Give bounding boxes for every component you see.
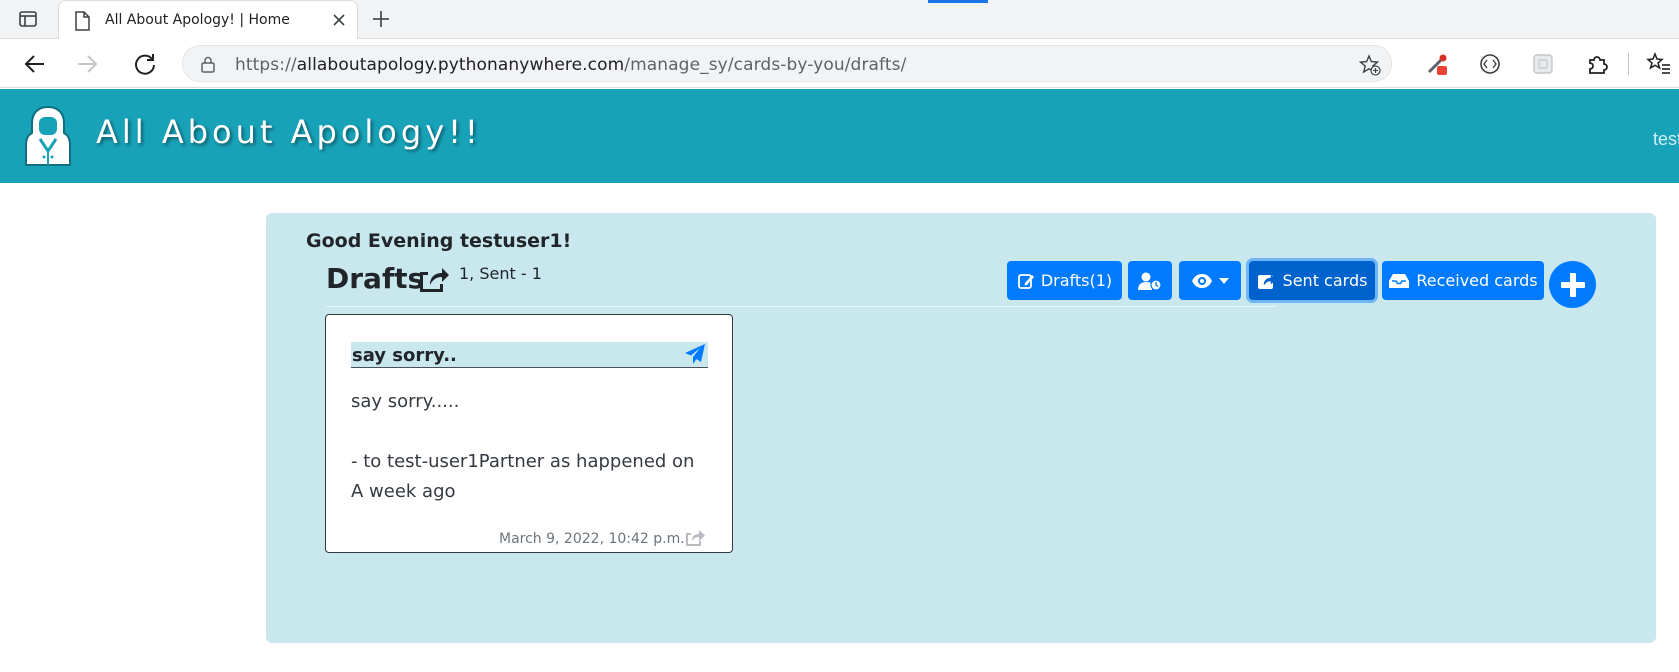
card-recipient-line: - to test-user1Partner as happened on [351, 451, 695, 472]
add-favorite-icon[interactable] [1359, 54, 1381, 76]
user-menu-link[interactable]: testuser1 [1653, 129, 1679, 150]
tab-accent-line [928, 0, 988, 3]
edit-icon [1017, 273, 1034, 289]
card-title: say sorry.. [352, 345, 457, 366]
inbox-icon [1389, 273, 1410, 288]
share-square-icon[interactable] [684, 528, 706, 547]
close-icon[interactable] [329, 10, 349, 30]
sent-cards-label: Sent cards [1282, 271, 1368, 290]
disabled-extension-icon[interactable] [1530, 51, 1556, 77]
page-icon [75, 11, 90, 31]
caret-down-icon [1219, 277, 1229, 284]
tab-actions-icon[interactable] [18, 9, 38, 29]
eye-icon [1192, 273, 1212, 288]
reload-icon[interactable] [132, 51, 158, 77]
brand-title[interactable]: All About Apology!! [96, 113, 482, 151]
forward-arrow-icon[interactable] [74, 51, 100, 77]
lock-icon[interactable] [199, 55, 217, 73]
card-body: say sorry..... - to test-user1Partner as… [351, 387, 711, 507]
favorites-list-icon[interactable] [1646, 51, 1672, 77]
card-when: A week ago [351, 481, 456, 502]
page-title: Drafts [326, 262, 425, 295]
plus-icon [1560, 272, 1585, 297]
apology-card[interactable]: say sorry.. say sorry..... - to test-use… [325, 314, 733, 553]
new-tab-icon[interactable] [370, 8, 392, 30]
card-spacer [351, 417, 711, 447]
heading-divider [326, 306, 1276, 307]
share-square-icon [420, 268, 449, 292]
url-path: /manage_sy/cards-by-you/drafts/ [624, 55, 907, 75]
drafts-button[interactable]: Drafts(1) [1007, 261, 1122, 300]
extensions-puzzle-icon[interactable] [1585, 51, 1611, 77]
address-bar[interactable]: https://allaboutapology.pythonanywhere.c… [182, 45, 1392, 82]
cards-panel: Good Evening testuser1! Drafts 1, Sent -… [266, 213, 1656, 643]
share-icon [1257, 273, 1276, 289]
greeting-text: Good Evening testuser1! [306, 230, 572, 252]
card-message: say sorry..... [351, 391, 460, 412]
back-arrow-icon[interactable] [22, 51, 48, 77]
browser-toolbar: https://allaboutapology.pythonanywhere.c… [0, 39, 1679, 88]
url-text: https://allaboutapology.pythonanywhere.c… [235, 55, 906, 75]
color-picker-extension-icon[interactable] [1424, 51, 1450, 77]
tab-title: All About Apology! | Home [105, 12, 290, 28]
browser-tab-active[interactable]: All About Apology! | Home [58, 0, 358, 39]
user-schedule-button[interactable] [1128, 261, 1172, 300]
card-date: March 9, 2022, 10:42 p.m. [499, 531, 685, 547]
received-cards-label: Received cards [1416, 271, 1538, 290]
user-clock-icon [1138, 272, 1162, 291]
sent-cards-button[interactable]: Sent cards [1249, 261, 1375, 300]
toolbar-separator [1628, 53, 1629, 75]
view-dropdown-button[interactable] [1179, 261, 1241, 300]
site-header: All About Apology!! testuser1 [0, 89, 1679, 183]
card-title-bar: say sorry.. [351, 342, 708, 368]
code-extension-icon[interactable] [1477, 51, 1503, 77]
drafts-button-label: Drafts(1) [1040, 271, 1113, 290]
paper-plane-icon[interactable] [684, 343, 706, 365]
add-card-button[interactable] [1549, 261, 1596, 308]
browser-tab-bar: All About Apology! | Home [0, 0, 1679, 39]
card-count-text: 1, Sent - 1 [459, 264, 542, 283]
apology-logo-icon[interactable] [22, 103, 74, 169]
url-scheme: https:// [235, 55, 297, 75]
received-cards-button[interactable]: Received cards [1382, 261, 1544, 300]
url-host: allaboutapology.pythonanywhere.com [296, 55, 625, 75]
